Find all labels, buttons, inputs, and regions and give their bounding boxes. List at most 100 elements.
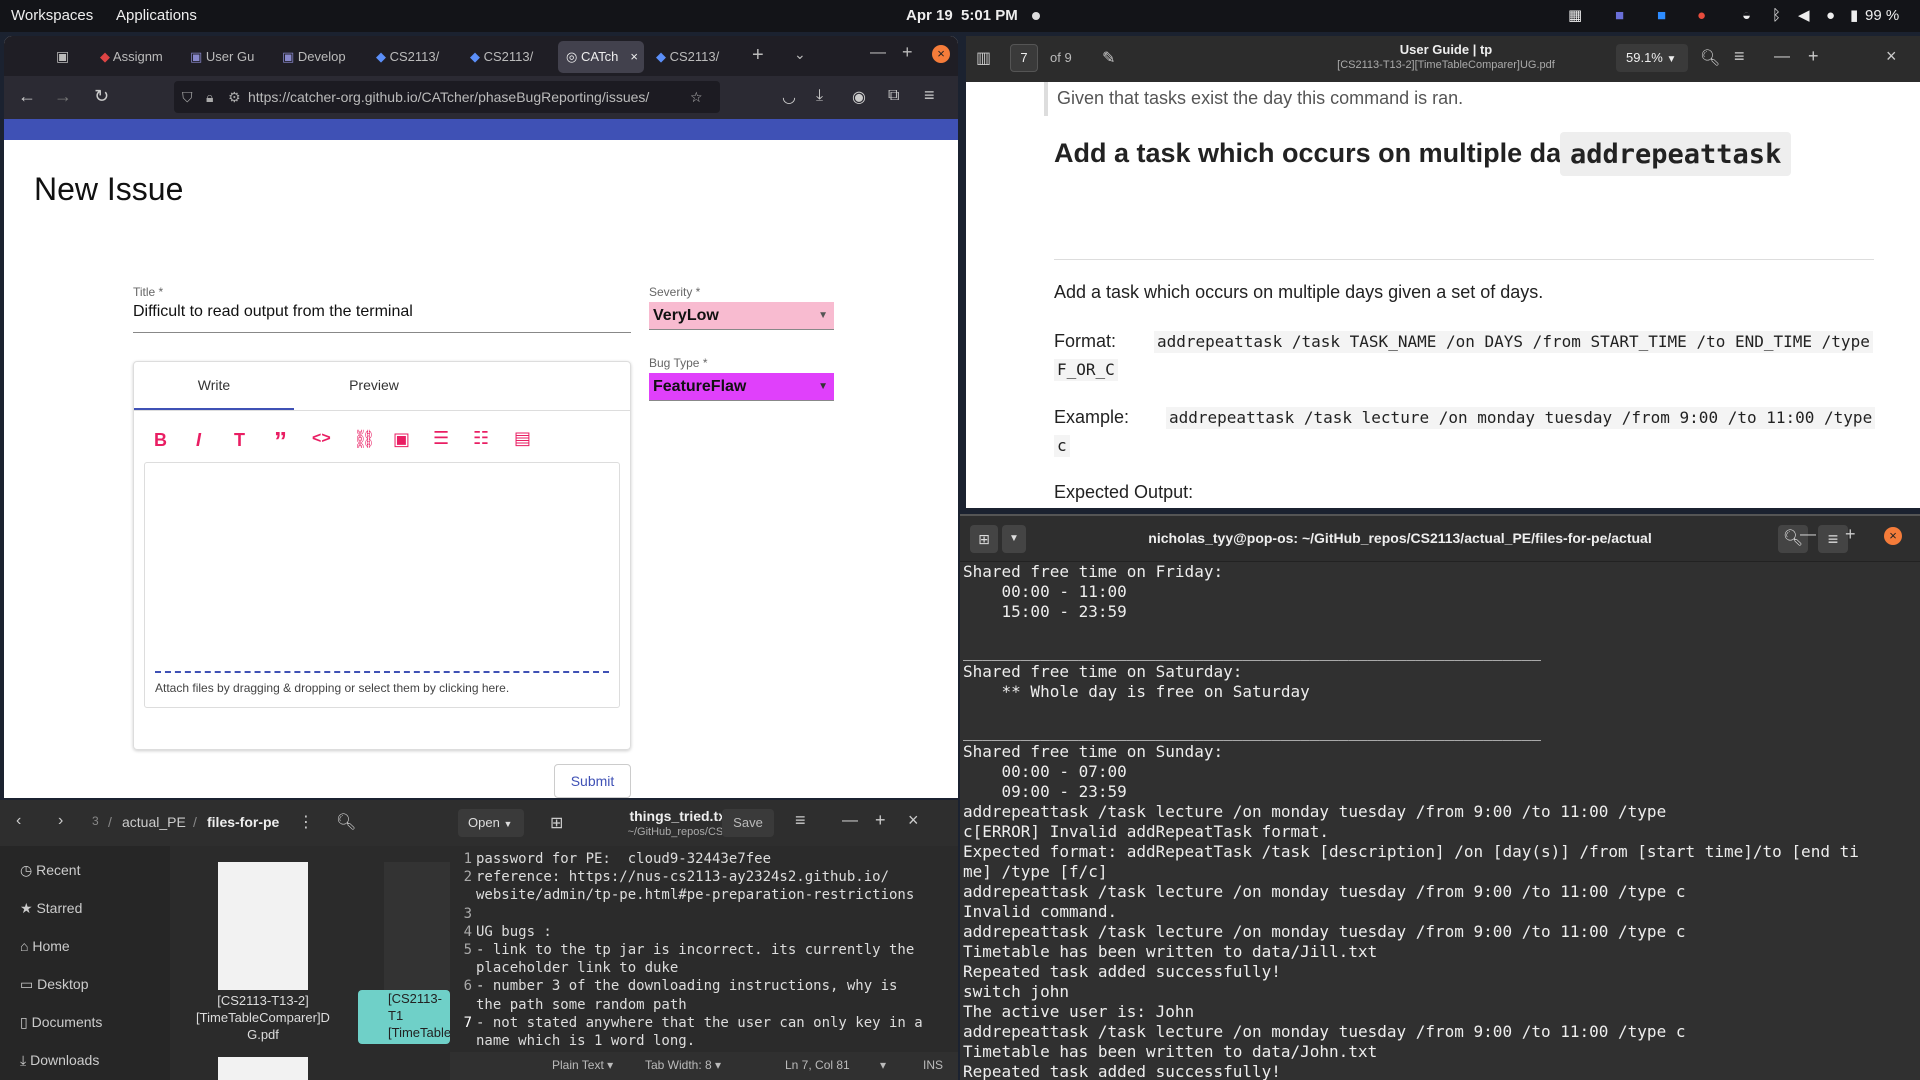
account-icon[interactable]: ◉ (852, 87, 866, 107)
menu-hamburger-icon[interactable]: ≡ (1734, 46, 1745, 67)
lock-icon[interactable]: 🔒︎ (206, 81, 213, 113)
tab-assignment[interactable]: ◆ Assignm (100, 41, 180, 73)
cursor-position[interactable]: Ln 7, Col 81 (785, 1058, 850, 1072)
page-number-input[interactable]: 7 (1010, 44, 1038, 72)
file-thumbnail[interactable] (218, 862, 308, 990)
back-arrow-icon[interactable]: ← (18, 86, 36, 107)
sidebar-toggle-icon[interactable]: ▥ (976, 48, 991, 68)
chevron-down-icon[interactable]: ▼ (1002, 525, 1026, 553)
tab-preview[interactable]: Preview (294, 362, 454, 410)
pocket-icon[interactable]: ◡ (782, 87, 796, 107)
new-document-icon[interactable]: ⊞ (550, 813, 563, 833)
date-label[interactable]: Apr 19 (906, 0, 953, 32)
save-button[interactable]: Save (722, 809, 774, 837)
submit-button[interactable]: Submit (554, 764, 631, 798)
menu-hamburger-icon[interactable]: ≡ (924, 85, 935, 106)
cursor-position-chevron-icon[interactable]: ▾ (880, 1058, 886, 1072)
tab-write[interactable]: Write (134, 362, 294, 410)
clock-label[interactable]: 5:01 PM (961, 0, 1018, 32)
battery-icon[interactable]: ▮ (1850, 0, 1858, 32)
breadcrumb-actual-pe[interactable]: actual_PE (122, 814, 186, 830)
breadcrumb-ellipsis[interactable]: 3 (92, 814, 99, 828)
language-select[interactable]: Plain Text ▾ (552, 1058, 613, 1072)
terminal-minimize-icon[interactable]: — (1800, 526, 1816, 544)
url-bar[interactable]: ⛉ 🔒︎ ⚙ https://catcher-org.github.io/CAT… (174, 81, 720, 113)
tab-developer[interactable]: ▣ Develop (282, 41, 362, 73)
search-icon[interactable]: 🔍︎ (1700, 48, 1720, 68)
forward-chevron-icon[interactable]: › (58, 812, 63, 830)
image-icon[interactable]: ▣ (393, 429, 410, 450)
sidebar-item-starred[interactable]: ★ Starred (20, 900, 82, 917)
new-tab-plus-icon[interactable]: + (752, 44, 764, 67)
bluetooth-icon[interactable]: ᛒ (1772, 0, 1781, 32)
severity-select[interactable]: VeryLow ▼ (649, 302, 834, 330)
link-icon[interactable]: ⛓ (353, 429, 376, 450)
chrome-icon[interactable]: ● (1697, 0, 1706, 32)
minimize-icon[interactable]: — (1774, 48, 1790, 66)
menu-hamburger-icon[interactable]: ≡ (1818, 525, 1848, 553)
volume-icon[interactable]: ◀ (1798, 0, 1810, 32)
open-button[interactable]: Open ▼ (458, 809, 524, 837)
tab-cs2113-2[interactable]: ◆ CS2113/ (470, 41, 550, 73)
minimize-icon[interactable]: — (842, 812, 858, 830)
bookmark-star-icon[interactable]: ☆ (690, 81, 703, 113)
terminal-close-icon[interactable]: × (1884, 527, 1902, 545)
permissions-icon[interactable]: ⚙ (228, 81, 241, 113)
url-text[interactable]: https://catcher-org.github.io/CATcher/ph… (248, 81, 678, 113)
annotate-pencil-icon[interactable]: ✎ (1102, 48, 1115, 68)
tab-overview-icon[interactable]: ▣ (56, 48, 69, 65)
bold-icon[interactable]: B (154, 430, 167, 451)
breadcrumb-files-for-pe[interactable]: files-for-pe (207, 814, 279, 830)
heading-icon[interactable]: T (234, 430, 245, 451)
file-upload-icon[interactable]: ▤ (514, 428, 531, 449)
shield-icon[interactable]: ⛉ (182, 81, 193, 113)
title-input[interactable]: Difficult to read output from the termin… (133, 303, 631, 333)
applications-button[interactable]: Applications (116, 0, 197, 32)
file-thumbnail[interactable] (384, 862, 450, 990)
more-options-icon[interactable]: ⋮ (298, 812, 314, 832)
sidebar-item-home[interactable]: ⌂ Home (20, 938, 70, 954)
search-icon[interactable]: 🔍︎ (336, 812, 356, 832)
wifi-icon[interactable]: ◒ (1742, 0, 1751, 32)
new-tab-icon[interactable]: ⊞ (970, 525, 998, 553)
description-textarea[interactable]: Attach files by dragging & dropping or s… (144, 462, 620, 708)
file-name-ug-selected[interactable]: [CS2113-T1 [TimeTableCom G.pdf (358, 990, 450, 1044)
grid-icon[interactable]: ▦ (1568, 0, 1582, 32)
insert-mode[interactable]: INS (923, 1058, 943, 1072)
zoom-icon[interactable]: ■ (1657, 0, 1666, 32)
terminal-maximize-icon[interactable]: + (1845, 524, 1856, 545)
quote-icon[interactable]: ” (274, 426, 287, 457)
tab-user-guide[interactable]: ▣ User Gu (190, 41, 270, 73)
tab-cs2113-3[interactable]: ◆ CS2113/ (656, 41, 736, 73)
tab-width-select[interactable]: Tab Width: 8 ▾ (645, 1058, 721, 1072)
code-icon[interactable]: <> (312, 430, 331, 448)
forward-arrow-icon[interactable]: → (54, 86, 72, 107)
italic-icon[interactable]: I (196, 430, 201, 451)
menu-hamburger-icon[interactable]: ≡ (795, 810, 806, 831)
extensions-icon[interactable]: ⧉ (888, 87, 899, 105)
back-chevron-icon[interactable]: ‹ (16, 812, 21, 830)
maximize-icon[interactable]: + (875, 810, 886, 831)
maximize-icon[interactable]: + (1808, 46, 1819, 67)
terminal-output[interactable]: Shared free time on Friday: 00:00 - 11:0… (960, 562, 1920, 1080)
teams-icon[interactable]: ■ (1615, 0, 1624, 32)
attach-files-hint[interactable]: Attach files by dragging & dropping or s… (155, 681, 509, 695)
workspaces-button[interactable]: Workspaces (11, 0, 93, 32)
reload-icon[interactable]: ↻ (94, 86, 109, 107)
list-tabs-chevron-down-icon[interactable]: ⌄ (794, 46, 806, 63)
sidebar-item-desktop[interactable]: ▭ Desktop (20, 976, 88, 993)
download-icon[interactable]: ⤓ (816, 87, 823, 105)
zoom-select[interactable]: 59.1% ▼ (1616, 44, 1688, 72)
close-icon[interactable]: × (908, 810, 919, 831)
close-window-icon[interactable]: × (932, 45, 950, 63)
sidebar-item-downloads[interactable]: ⤓ Downloads (20, 1052, 99, 1069)
editor-text-area[interactable]: 1 password for PE: cloud9-32443e7fee 2 refe… (450, 846, 958, 1052)
close-icon[interactable]: × (1886, 46, 1897, 67)
microphone-icon[interactable]: ● (1826, 0, 1835, 32)
minimize-icon[interactable]: — (870, 44, 886, 62)
sidebar-item-documents[interactable]: ▯ Documents (20, 1014, 102, 1031)
sidebar-item-recent[interactable]: ◷ Recent (20, 862, 80, 879)
numbered-list-icon[interactable]: ☷ (473, 428, 489, 449)
file-thumbnail[interactable] (218, 1057, 308, 1080)
tab-cs2113-1[interactable]: ◆ CS2113/ (376, 41, 456, 73)
